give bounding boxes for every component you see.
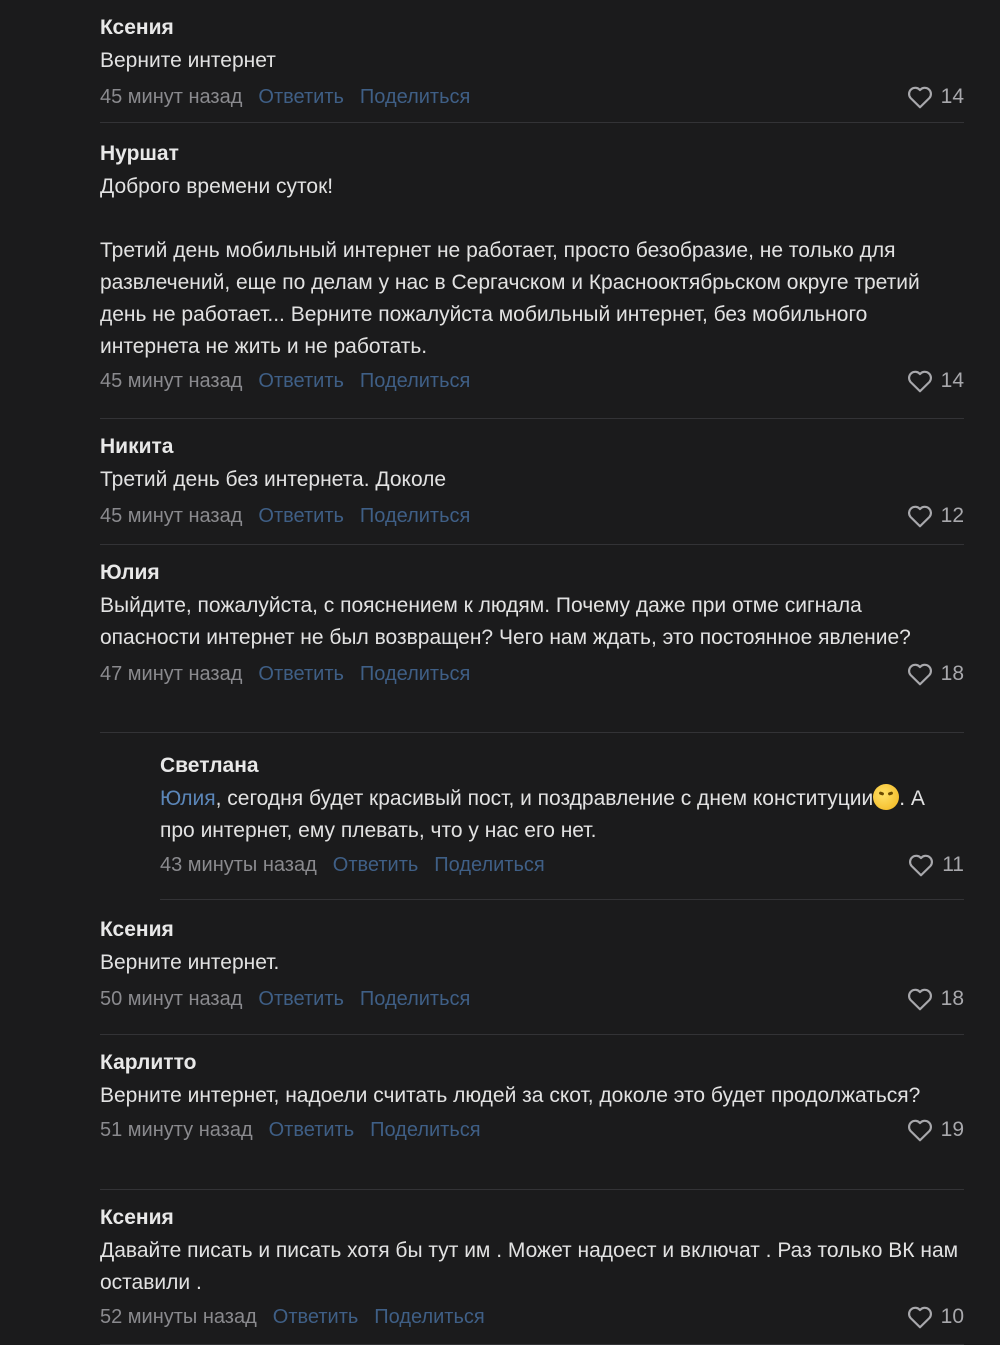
like-count: 18	[940, 662, 964, 685]
like-count: 19	[940, 1118, 964, 1141]
winking-face-emoji-icon	[873, 784, 900, 810]
heart-icon	[907, 370, 932, 393]
share-button[interactable]: Поделиться	[360, 988, 470, 1011]
comment: Карлитто Верните интернет, надоели счита…	[100, 1035, 964, 1190]
reply-button[interactable]: Ответить	[258, 86, 344, 109]
comment: Ксения Верните интернет 45 минут назад О…	[100, 0, 964, 123]
like-button[interactable]: 10	[907, 1305, 964, 1329]
comment-text: Верните интернет.	[100, 951, 280, 974]
comment-timestamp[interactable]: 45 минут назад	[100, 370, 242, 393]
like-button[interactable]: 14	[907, 369, 964, 393]
like-button[interactable]: 18	[907, 662, 964, 686]
reply-button[interactable]: Ответить	[258, 370, 344, 393]
heart-icon	[907, 86, 932, 109]
reply-button[interactable]: Ответить	[258, 988, 344, 1011]
heart-icon	[907, 505, 932, 528]
share-button[interactable]: Поделиться	[374, 1306, 484, 1329]
reply-button[interactable]: Ответить	[269, 1119, 355, 1142]
comment-text: Верните интернет, надоели считать людей …	[100, 1084, 921, 1107]
comment-meta: 51 минуту назад Ответить Поделиться 19	[100, 1112, 964, 1148]
comment-timestamp[interactable]: 43 минуты назад	[160, 854, 317, 877]
like-button[interactable]: 18	[907, 987, 964, 1011]
comment-timestamp[interactable]: 50 минут назад	[100, 988, 242, 1011]
like-count: 12	[940, 504, 964, 527]
heart-icon	[907, 663, 932, 686]
like-button[interactable]: 11	[908, 853, 964, 877]
like-count: 10	[940, 1305, 964, 1328]
comment: Ксения Верните интернет. 50 минут назад …	[100, 900, 964, 1035]
comment-timestamp[interactable]: 47 минут назад	[100, 663, 242, 686]
share-button[interactable]: Поделиться	[360, 86, 470, 109]
like-count: 11	[942, 853, 964, 876]
comment-meta: 50 минут назад Ответить Поделиться 18	[100, 981, 964, 1017]
comment-meta: 47 минут назад Ответить Поделиться 18	[100, 656, 964, 692]
comment-timestamp[interactable]: 52 минуты назад	[100, 1306, 257, 1329]
like-button[interactable]: 19	[907, 1118, 964, 1142]
comment: Нуршат Доброго времени суток! Третий ден…	[100, 123, 964, 419]
comment: Никита Третий день без интернета. Доколе…	[100, 419, 964, 545]
share-button[interactable]: Поделиться	[434, 854, 544, 877]
like-button[interactable]: 12	[907, 504, 964, 528]
heart-icon	[907, 988, 932, 1011]
comment-text: Третий день без интернета. Доколе	[100, 468, 447, 491]
like-button[interactable]: 14	[907, 85, 964, 109]
comment-author[interactable]: Нуршат	[100, 140, 964, 168]
reply-button[interactable]: Ответить	[333, 854, 419, 877]
comment-text: Выйдите, пожалуйста, с пояснением к людя…	[100, 594, 911, 649]
comment-timestamp[interactable]: 45 минут назад	[100, 505, 242, 528]
comment-text: Юлия, сегодня будет красивый пост, и поз…	[160, 783, 964, 847]
like-count: 14	[940, 85, 964, 108]
comment-meta: 45 минут назад Ответить Поделиться 12	[100, 498, 964, 534]
mention-link[interactable]: Юлия	[160, 787, 216, 810]
reply-button[interactable]: Ответить	[258, 663, 344, 686]
reply-button[interactable]: Ответить	[273, 1306, 359, 1329]
like-count: 18	[940, 987, 964, 1010]
share-button[interactable]: Поделиться	[360, 370, 470, 393]
comment-text: Доброго времени суток! Третий день мобил…	[100, 175, 920, 358]
heart-icon	[907, 1306, 932, 1329]
comment-author[interactable]: Ксения	[100, 1204, 964, 1232]
reply-comment: Светлана Юлия, сегодня будет красивый по…	[160, 733, 964, 900]
comment-author[interactable]: Ксения	[100, 916, 964, 944]
comment-author[interactable]: Никита	[100, 433, 964, 461]
comment-text-part: , сегодня будет красивый пост, и поздрав…	[215, 787, 874, 810]
reply-button[interactable]: Ответить	[258, 505, 344, 528]
comment-timestamp[interactable]: 45 минут назад	[100, 86, 242, 109]
comment-author[interactable]: Светлана	[160, 752, 964, 780]
share-button[interactable]: Поделиться	[360, 663, 470, 686]
comments-feed: Ксения Верните интернет 45 минут назад О…	[0, 0, 1000, 1345]
heart-icon	[909, 854, 934, 877]
comment-meta: 43 минуты назад Ответить Поделиться 11	[160, 847, 964, 883]
comment-author[interactable]: Карлитто	[100, 1049, 964, 1077]
comment-timestamp[interactable]: 51 минуту назад	[100, 1119, 253, 1142]
comment-author[interactable]: Ксения	[100, 14, 964, 42]
comment-meta: 45 минут назад Ответить Поделиться 14	[100, 79, 964, 115]
comment-meta: 45 минут назад Ответить Поделиться 14	[100, 363, 964, 399]
share-button[interactable]: Поделиться	[370, 1119, 480, 1142]
comment-text: Верните интернет	[100, 49, 276, 72]
comment-meta: 52 минуты назад Ответить Поделиться 10	[100, 1299, 964, 1335]
heart-icon	[907, 1119, 932, 1142]
comment-author[interactable]: Юлия	[100, 559, 964, 587]
comment: Ксения Давайте писать и писать хотя бы т…	[100, 1190, 964, 1345]
like-count: 14	[940, 369, 964, 392]
share-button[interactable]: Поделиться	[360, 505, 470, 528]
comment-text: Давайте писать и писать хотя бы тут им .…	[100, 1239, 964, 1294]
comment: Юлия Выйдите, пожалуйста, с пояснением к…	[100, 545, 964, 733]
